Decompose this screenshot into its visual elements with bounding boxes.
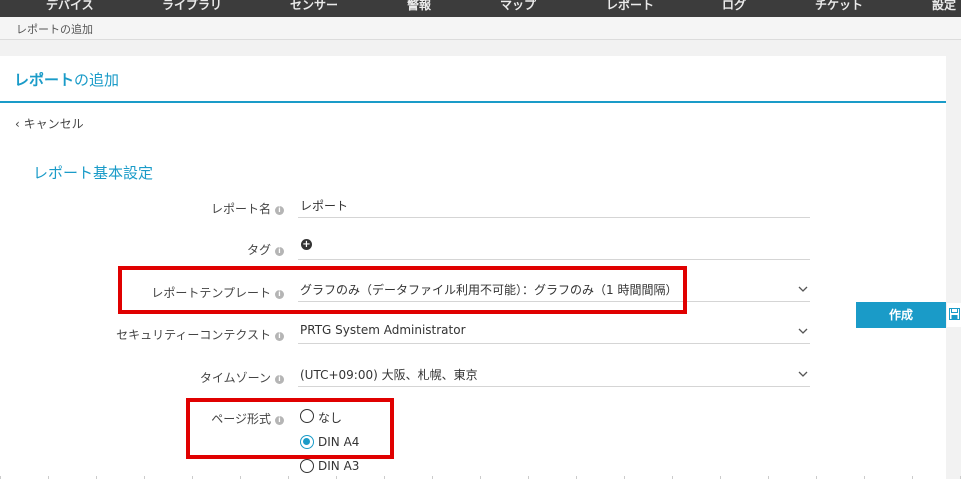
security-label: セキュリティーコンテクスト i — [116, 326, 284, 343]
report-name-label: レポート名 i — [211, 200, 284, 217]
page-format-label-wrap: ページ形式 i — [0, 410, 284, 430]
tags-label: タグ i — [247, 241, 284, 258]
radio-icon — [300, 459, 314, 473]
security-value: PRTG System Administrator — [300, 323, 466, 337]
info-icon[interactable]: i — [275, 247, 284, 256]
nav-item-sensors[interactable]: センサー — [290, 0, 338, 13]
chevron-down-icon — [798, 328, 808, 334]
title-divider — [0, 101, 946, 103]
security-select[interactable]: PRTG System Administrator — [298, 320, 810, 344]
info-icon[interactable]: i — [275, 206, 284, 215]
radio-selected-icon — [300, 435, 314, 449]
create-button[interactable]: 作成 — [856, 302, 946, 328]
nav-item-alarms[interactable]: 警報 — [407, 0, 431, 13]
page-title-bold: レポート — [14, 71, 75, 89]
chevron-down-icon — [798, 286, 808, 292]
template-value: グラフのみ（データファイル利用不可能）：グラフのみ（1 時間間隔） — [300, 283, 678, 297]
info-icon[interactable]: i — [275, 416, 284, 425]
report-name-label-wrap: レポート名 i — [0, 200, 284, 220]
section-title: レポート基本設定 — [33, 164, 154, 182]
template-label-wrap: レポートテンプレート i — [0, 284, 284, 304]
nav-item-tickets[interactable]: チケット — [815, 0, 863, 13]
breadcrumb-bar: レポートの追加 — [0, 17, 961, 40]
timezone-label: タイムゾーン i — [200, 369, 284, 386]
nav-item-devices[interactable]: デバイス — [46, 0, 94, 13]
nav-item-settings[interactable]: 設定 — [932, 0, 956, 13]
report-name-input[interactable]: レポート — [298, 194, 810, 218]
nav-item-logs[interactable]: ログ — [722, 0, 746, 13]
chevron-down-icon — [798, 371, 808, 377]
save-icon[interactable] — [947, 303, 961, 327]
cancel-link[interactable]: ‹ キャンセル — [15, 115, 84, 132]
security-label-wrap: セキュリティーコンテクスト i — [0, 326, 284, 346]
page-title-rest: の追加 — [74, 71, 120, 89]
tags-label-wrap: タグ i — [0, 241, 284, 261]
radio-icon — [300, 409, 314, 423]
breadcrumb[interactable]: レポートの追加 — [16, 21, 93, 37]
cancel-label: キャンセル — [23, 117, 84, 131]
timezone-select[interactable]: (UTC+09:00) 大阪、札幌、東京 — [298, 363, 810, 387]
add-tag-icon[interactable]: + — [301, 239, 312, 250]
nav-item-library[interactable]: ライブラリ — [162, 0, 222, 13]
tags-input[interactable]: + — [298, 236, 810, 260]
timezone-value: (UTC+09:00) 大阪、札幌、東京 — [300, 368, 478, 382]
template-select[interactable]: グラフのみ（データファイル利用不可能）：グラフのみ（1 時間間隔） — [298, 278, 810, 302]
report-name-value: レポート — [300, 199, 349, 213]
main-card: レポートの追加 ‹ キャンセル レポート基本設定 レポート名 i レポート タグ i… — [0, 56, 946, 479]
timezone-label-wrap: タイムゾーン i — [0, 369, 284, 389]
page-format-label: ページ形式 i — [211, 410, 284, 427]
nav-item-reports[interactable]: レポート — [606, 0, 654, 13]
info-icon[interactable]: i — [275, 375, 284, 384]
nav-item-maps[interactable]: マップ — [500, 0, 536, 13]
chevron-left-icon: ‹ — [15, 117, 20, 131]
info-icon[interactable]: i — [275, 290, 284, 299]
template-label: レポートテンプレート i — [151, 284, 284, 301]
top-navigation: デバイス ライブラリ センサー 警報 マップ レポート ログ チケット 設定 — [0, 0, 961, 17]
page-title: レポートの追加 — [14, 69, 119, 90]
info-icon[interactable]: i — [275, 332, 284, 341]
